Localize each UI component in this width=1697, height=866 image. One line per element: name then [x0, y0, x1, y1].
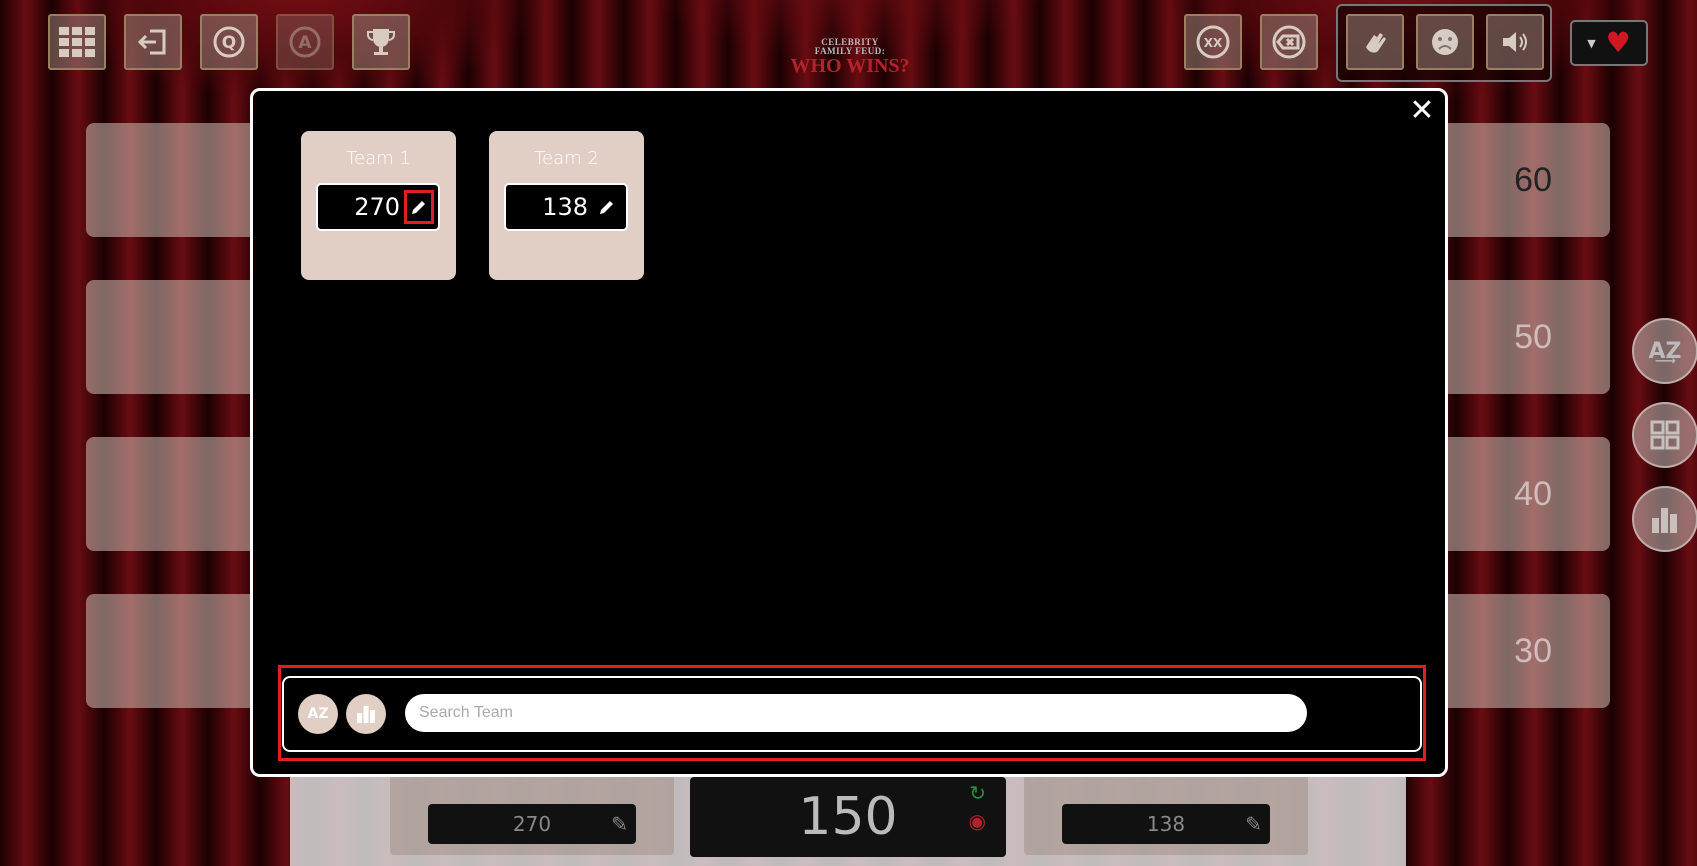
sort-score-button[interactable]	[346, 694, 386, 734]
round-score-value: 150	[798, 787, 898, 847]
team-score-value-2: 138	[542, 193, 588, 221]
team2-bottom-score-value: 138	[1146, 812, 1186, 836]
team1-bottom-score-value: 270	[512, 812, 552, 836]
svg-text:A: A	[298, 33, 312, 53]
sort-az-icon: A͢Z	[1648, 338, 1682, 364]
team2-bottom-score: 138 ✎	[1062, 804, 1270, 844]
svg-text:XX: XX	[1204, 36, 1223, 50]
redo-icon[interactable]: ↻	[969, 781, 986, 805]
sort-az-button[interactable]: AZ	[298, 694, 338, 734]
stats-side-button[interactable]	[1632, 486, 1697, 552]
caret-down-icon: ▼	[1587, 36, 1596, 50]
clap-icon[interactable]	[1346, 14, 1404, 70]
team1-bottom-score: 270 ✎	[428, 804, 636, 844]
svg-text:Q: Q	[222, 33, 236, 53]
team-card-1: Team 1 270	[301, 131, 456, 280]
team-name-1: Team 1	[346, 148, 411, 169]
bar-chart-icon	[357, 706, 375, 723]
team-score-field-2[interactable]: 138	[504, 183, 628, 231]
team-name-2: Team 2	[534, 148, 599, 169]
answer-value-1: 60	[1514, 160, 1552, 199]
team-score-field-1[interactable]: 270	[316, 183, 440, 231]
edit-score-button-2[interactable]	[592, 190, 622, 224]
logo-title: WHO WINS?	[790, 55, 910, 77]
game-logo: CELEBRITY FAMILY FEUD: WHO WINS?	[790, 38, 910, 77]
team-search-bar: AZ	[282, 676, 1422, 752]
heart-icon: ♥	[1605, 26, 1631, 59]
answer-value-3: 40	[1514, 474, 1552, 513]
pencil-icon	[600, 201, 613, 214]
search-team-input[interactable]	[405, 694, 1307, 732]
sort-az-side-button[interactable]: A͢Z	[1632, 318, 1697, 384]
teams-modal: ✕ Team 1 270 Team 2 138 AZ	[250, 88, 1448, 777]
team-score-value-1: 270	[354, 193, 400, 221]
answer-value-2: 50	[1514, 317, 1552, 356]
pencil-icon[interactable]: ✎	[611, 812, 628, 836]
backspace-icon[interactable]	[1260, 14, 1318, 70]
round-score: 150 ↻ ◉	[690, 777, 1006, 857]
question-icon[interactable]: Q	[200, 14, 258, 70]
sound-effects-group	[1336, 4, 1552, 82]
team-card-2: Team 2 138	[489, 131, 644, 280]
strike-icon[interactable]: XX	[1184, 14, 1242, 70]
grid-icon[interactable]	[48, 14, 106, 70]
pencil-icon[interactable]: ✎	[1245, 812, 1262, 836]
speaker-icon[interactable]	[1486, 14, 1544, 70]
edit-score-button-1[interactable]	[404, 190, 434, 224]
answer-value-4: 30	[1514, 631, 1552, 670]
close-icon[interactable]: ✕	[1407, 93, 1437, 128]
sad-face-icon[interactable]	[1416, 14, 1474, 70]
sort-az-label: AZ	[307, 706, 329, 722]
grid-view-side-button[interactable]	[1632, 402, 1697, 468]
favorite-dropdown[interactable]: ▼ ♥	[1570, 20, 1648, 66]
bell-icon[interactable]: ◉	[969, 809, 986, 833]
pencil-icon	[412, 201, 425, 214]
grid-icon	[1650, 420, 1680, 450]
bar-chart-icon	[1652, 508, 1677, 533]
answer-icon[interactable]: A	[276, 14, 334, 70]
exit-icon[interactable]	[124, 14, 182, 70]
trophy-icon[interactable]	[352, 14, 410, 70]
